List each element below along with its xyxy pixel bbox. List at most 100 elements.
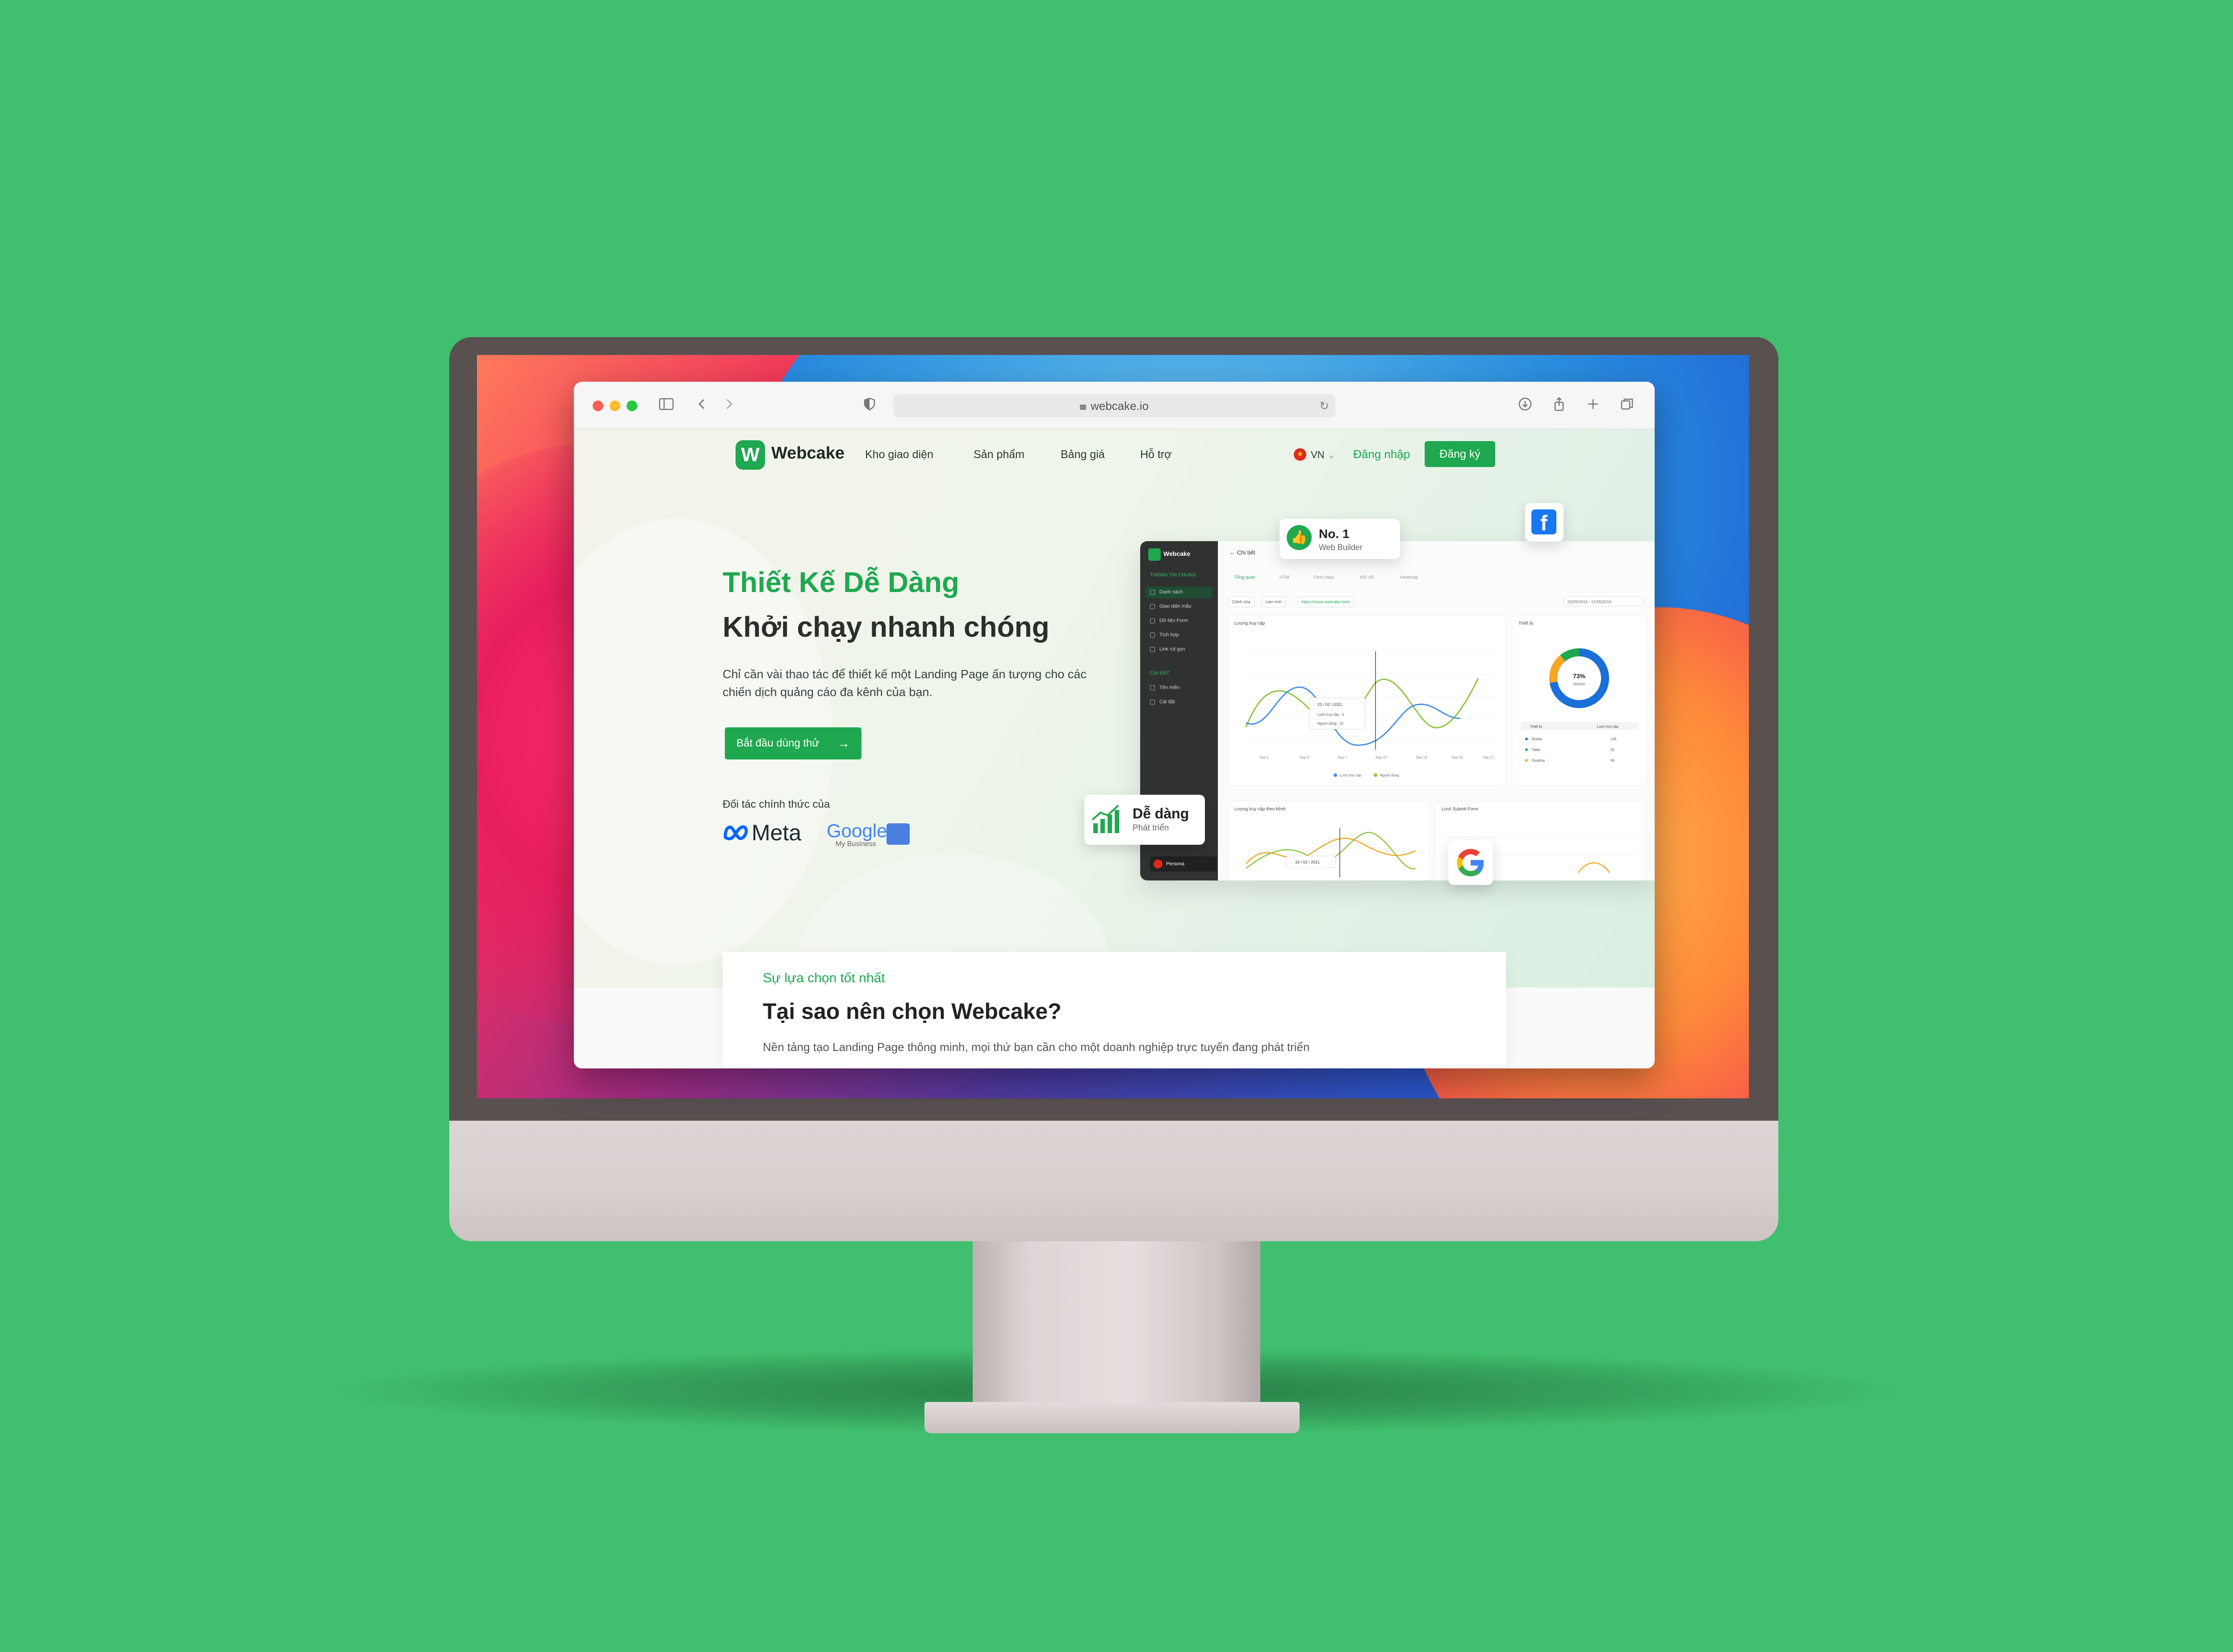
- list-icon: [1150, 589, 1155, 595]
- signup-button[interactable]: Đăng ký: [1425, 441, 1495, 467]
- sidebar-item-form-data[interactable]: Dữ liệu Form: [1150, 618, 1188, 623]
- gear-icon: [1150, 699, 1155, 705]
- device-card: Thiết bị 73% Mobile Thiết bị Lượt truy c…: [1512, 615, 1647, 786]
- svg-text:Sep 1: Sep 1: [1259, 755, 1269, 759]
- google-partner-name: Google: [827, 820, 887, 841]
- close-window-button[interactable]: [593, 400, 603, 411]
- imac-stand: [973, 1239, 1260, 1418]
- template-icon: [1150, 604, 1155, 609]
- sidebar-item-short-links[interactable]: Link rút gọn: [1150, 647, 1185, 652]
- new-tab-icon[interactable]: [1583, 396, 1603, 416]
- meta-partner-name: Meta: [752, 820, 802, 845]
- traffic-tooltip-users: Người dùng : 15: [1317, 722, 1344, 726]
- svg-text:Sep 13: Sep 13: [1416, 755, 1427, 759]
- meta-logo-icon: [723, 825, 748, 840]
- imac-chin: [449, 1112, 1778, 1241]
- svg-text:Thiết bị: Thiết bị: [1530, 725, 1542, 729]
- legend-users: Người dùng: [1380, 773, 1399, 777]
- svg-text:Table: Table: [1532, 748, 1541, 752]
- hero-title: Khởi chạy nhanh chóng: [723, 611, 1050, 643]
- device-chart: 73% Mobile Thiết bị Lượt truy cập Mobile…: [1521, 648, 1638, 763]
- sidebar-section-settings: CÀI ĐẶT: [1150, 671, 1170, 676]
- nav-item-pricing[interactable]: Bảng giá: [1061, 448, 1105, 461]
- reload-icon[interactable]: ↻: [1319, 394, 1329, 417]
- refresh-button[interactable]: Làm mới: [1262, 597, 1286, 607]
- no1-subtitle: Web Builder: [1319, 543, 1363, 552]
- tab-overview[interactable]: Tổng quan: [1234, 575, 1255, 580]
- arrow-right-icon: →: [837, 736, 850, 750]
- partners-label: Đối tác chính thức của: [723, 798, 830, 810]
- webcake-landing-page: W Webcake Kho giao diện Sản phẩm Bảng gi…: [574, 430, 1655, 1068]
- brand-name[interactable]: Webcake: [771, 444, 845, 463]
- download-icon[interactable]: [1515, 396, 1535, 416]
- dashboard-back[interactable]: ← Chi tiết: [1229, 549, 1255, 556]
- svg-text:Mobile: Mobile: [1532, 737, 1543, 741]
- integration-icon: [1150, 632, 1155, 638]
- tab-connections[interactable]: Kết nối: [1360, 575, 1374, 580]
- tab-utm[interactable]: UTM: [1280, 575, 1289, 580]
- dashboard-logo-icon: [1148, 548, 1161, 561]
- back-icon[interactable]: [692, 396, 712, 416]
- edit-button[interactable]: Chỉnh sửa: [1228, 597, 1254, 607]
- sidebar-item-list[interactable]: Danh sách: [1150, 589, 1183, 595]
- address-bar[interactable]: webcake.io ↻: [893, 394, 1335, 417]
- tab-heatmap[interactable]: Heatmap: [1400, 575, 1418, 580]
- share-icon[interactable]: [1549, 396, 1569, 416]
- channel-traffic-card: Lượng truy cập theo kênh 16 / 02 / 2021: [1228, 801, 1430, 880]
- user-name: Persona: [1166, 861, 1184, 867]
- webcake-logo-icon[interactable]: W: [736, 440, 765, 470]
- nav-item-templates[interactable]: Kho giao diện: [865, 448, 933, 461]
- login-link[interactable]: Đăng nhập: [1353, 447, 1410, 461]
- channel-chart: 16 / 02 / 2021: [1246, 828, 1416, 877]
- facebook-icon: f: [1531, 509, 1556, 535]
- why-choose-card: Sự lựa chọn tốt nhất Tại sao nên chọn We…: [723, 952, 1506, 1068]
- page-link[interactable]: https://home.webcake.io/vn: [1297, 597, 1355, 607]
- date-range-picker[interactable]: 02/05/2019 - 21/05/2019: [1564, 597, 1644, 606]
- nav-item-products[interactable]: Sản phẩm: [974, 448, 1025, 461]
- traffic-tooltip-visits: Lượt truy cập : 3: [1317, 713, 1344, 717]
- language-selector[interactable]: VN ⌄: [1311, 449, 1335, 461]
- tab-overview-icon[interactable]: [1617, 396, 1637, 416]
- sidebar-item-domains[interactable]: Tên miền: [1150, 685, 1180, 690]
- lock-icon: [1079, 405, 1086, 410]
- imac-stand-base: [924, 1402, 1300, 1433]
- hero-description: Chỉ cần vài thao tác để thiết kế một Lan…: [723, 667, 1087, 699]
- sidebar-toggle-icon[interactable]: [657, 396, 676, 416]
- legend-visits: Lượt truy cập: [1340, 773, 1362, 777]
- svg-text:46: 46: [1610, 759, 1614, 763]
- traffic-tooltip-date: 21 / 02 / 2021: [1317, 702, 1342, 707]
- no1-badge: 👍 No. 1 Web Builder: [1280, 519, 1400, 559]
- vietnam-flag-icon[interactable]: ★: [1294, 448, 1306, 461]
- dashboard-preview: Webcake THÔNG TIN CHUNG Danh sách Giao d…: [1140, 541, 1655, 880]
- thumbs-up-icon: 👍: [1287, 525, 1312, 550]
- sidebar-section-general: THÔNG TIN CHUNG: [1150, 572, 1196, 578]
- sidebar-item-settings[interactable]: Cài đặt: [1150, 699, 1175, 705]
- forward-icon[interactable]: [719, 396, 739, 416]
- facebook-badge: f: [1525, 503, 1564, 542]
- start-trial-button[interactable]: Bắt đầu dùng thử →: [725, 727, 861, 759]
- svg-text:Lượt truy cập: Lượt truy cập: [1597, 725, 1619, 729]
- easy-subtitle: Phát triển: [1133, 823, 1169, 833]
- section-description: Nền tảng tạo Landing Page thông minh, mọ…: [763, 1040, 1310, 1054]
- easy-title: Dễ dàng: [1133, 805, 1189, 822]
- svg-text:Sep 4: Sep 4: [1300, 755, 1309, 759]
- browser-window: webcake.io ↻ W Webcake Kho giao diện Sản…: [574, 382, 1655, 1068]
- dashboard-brand: Webcake: [1163, 550, 1191, 557]
- url-text: webcake.io: [1090, 399, 1149, 413]
- avatar: [1154, 859, 1162, 868]
- google-g-icon: [1457, 849, 1484, 876]
- minimize-window-button[interactable]: [610, 400, 620, 411]
- svg-text:Sep 7: Sep 7: [1338, 755, 1347, 759]
- sidebar-item-templates[interactable]: Giao diện mẫu: [1150, 604, 1192, 609]
- privacy-shield-icon[interactable]: [860, 396, 879, 416]
- globe-icon: [1150, 685, 1155, 690]
- tab-form-data[interactable]: Form data: [1313, 575, 1334, 580]
- donut-value: 73%: [1573, 672, 1586, 680]
- nav-item-support[interactable]: Hỗ trợ: [1140, 448, 1172, 461]
- maximize-window-button[interactable]: [627, 400, 637, 411]
- svg-text:32: 32: [1610, 748, 1614, 752]
- start-trial-label: Bắt đầu dùng thử: [736, 737, 820, 749]
- google-my-business-icon: [887, 823, 910, 845]
- sidebar-item-integrations[interactable]: Tích hợp: [1150, 632, 1179, 638]
- svg-text:Sep 10: Sep 10: [1376, 755, 1387, 759]
